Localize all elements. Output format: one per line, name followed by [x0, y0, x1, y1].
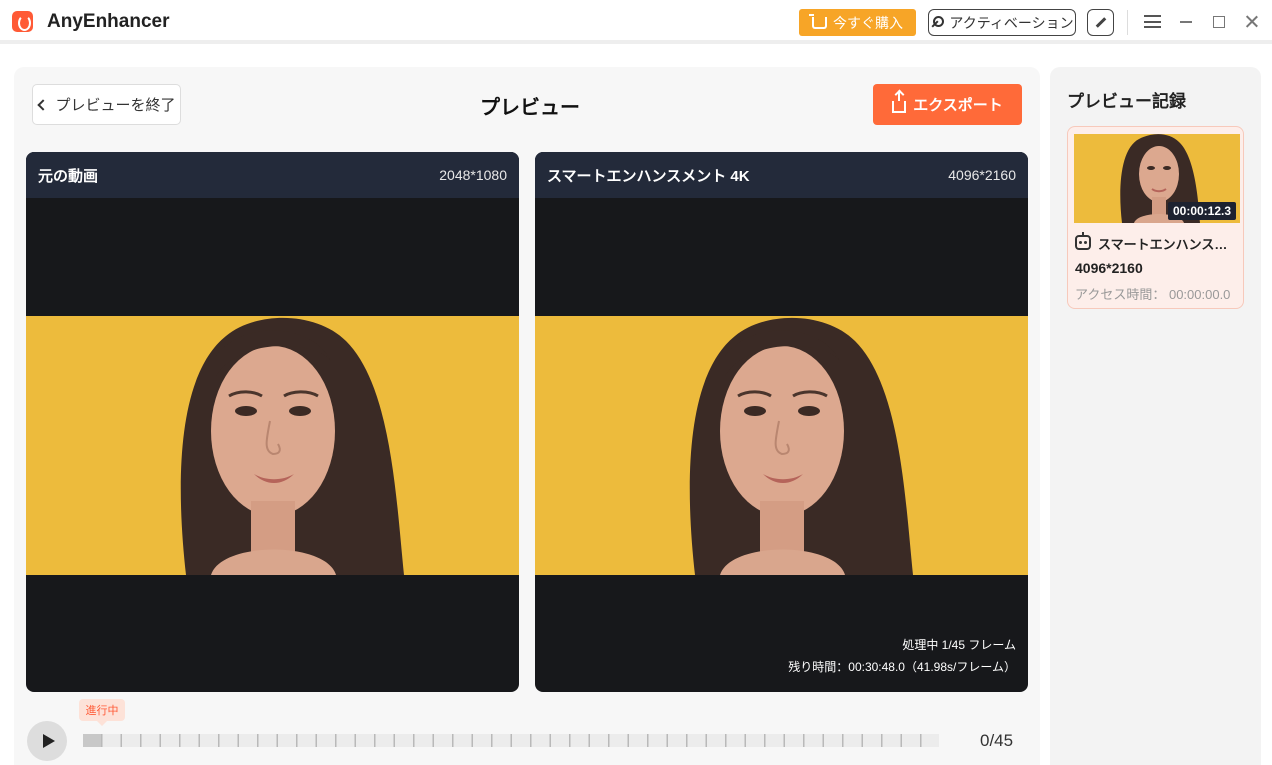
export-button[interactable]: エクスポート — [873, 84, 1022, 125]
play-button[interactable] — [27, 721, 67, 761]
remaining-time: 残り時間：00:30:48.0（41.98s/フレーム） — [788, 660, 1016, 674]
original-video-title: 元の動画 — [38, 167, 99, 185]
processing-status: 処理中 1/45 フレーム 残り時間：00:30:48.0（41.98s/フレー… — [788, 634, 1016, 678]
enhanced-video-header: スマートエンハンスメント 4K 4096*2160 — [535, 152, 1028, 198]
original-video-frame[interactable] — [26, 316, 519, 575]
enhanced-video-resolution: 4096*2160 — [948, 167, 1016, 183]
preview-history-title: プレビュー記録 — [1067, 92, 1186, 111]
cart-icon — [809, 13, 827, 29]
processing-frames: 処理中 1/45 フレーム — [902, 638, 1016, 652]
export-icon — [892, 90, 907, 113]
page-title: プレビュー — [480, 97, 580, 119]
app-title: AnyEnhancer — [47, 11, 170, 32]
history-duration: 00:00:12.3 — [1168, 202, 1236, 220]
history-item-access-time: アクセス時間： 00:00:00.0 — [1075, 287, 1231, 302]
chevron-left-icon — [37, 98, 50, 111]
enhanced-video-title: スマートエンハンスメント 4K — [547, 167, 750, 185]
original-video-pane: 元の動画 2048*1080 — [26, 152, 519, 692]
activation-button[interactable]: アクティベーション — [928, 9, 1076, 36]
menu-icon[interactable] — [1144, 15, 1161, 28]
maximize-icon[interactable] — [1213, 16, 1225, 28]
original-video-header: 元の動画 2048*1080 — [26, 152, 519, 198]
robot-icon — [1075, 232, 1091, 250]
activation-label: アクティベーション — [949, 14, 1074, 31]
exit-preview-label: プレビューを終了 — [55, 97, 176, 114]
in-progress-badge: 進行中 — [79, 699, 125, 726]
key-icon — [930, 15, 945, 30]
original-video-resolution: 2048*1080 — [439, 167, 507, 183]
buy-now-label: 今すぐ購入 — [833, 14, 903, 31]
buy-now-button[interactable]: 今すぐ購入 — [799, 9, 916, 36]
feedback-button[interactable] — [1087, 9, 1114, 36]
timeline-ticks — [83, 734, 939, 747]
enhanced-video-frame[interactable] — [535, 316, 1028, 575]
close-icon[interactable] — [1244, 14, 1259, 29]
minimize-icon[interactable] — [1180, 21, 1192, 23]
frame-counter: 0/45 — [980, 731, 1014, 750]
pen-icon — [1095, 17, 1106, 28]
portrait-image — [26, 316, 519, 575]
history-item-resolution: 4096*2160 — [1075, 260, 1143, 276]
titlebar-divider — [1127, 10, 1128, 35]
history-item-name: スマートエンハンスメント 4K — [1098, 237, 1238, 252]
title-bar: AnyEnhancer 今すぐ購入 アクティベーション — [0, 0, 1272, 44]
timeline-track[interactable] — [83, 734, 939, 747]
exit-preview-button[interactable]: プレビューを終了 — [32, 84, 181, 125]
enhanced-video-pane: スマートエンハンスメント 4K 4096*2160 処理中 1/45 フレーム … — [535, 152, 1028, 692]
portrait-image — [535, 316, 1028, 575]
app-logo-icon — [12, 11, 33, 32]
export-label: エクスポート — [913, 97, 1003, 114]
